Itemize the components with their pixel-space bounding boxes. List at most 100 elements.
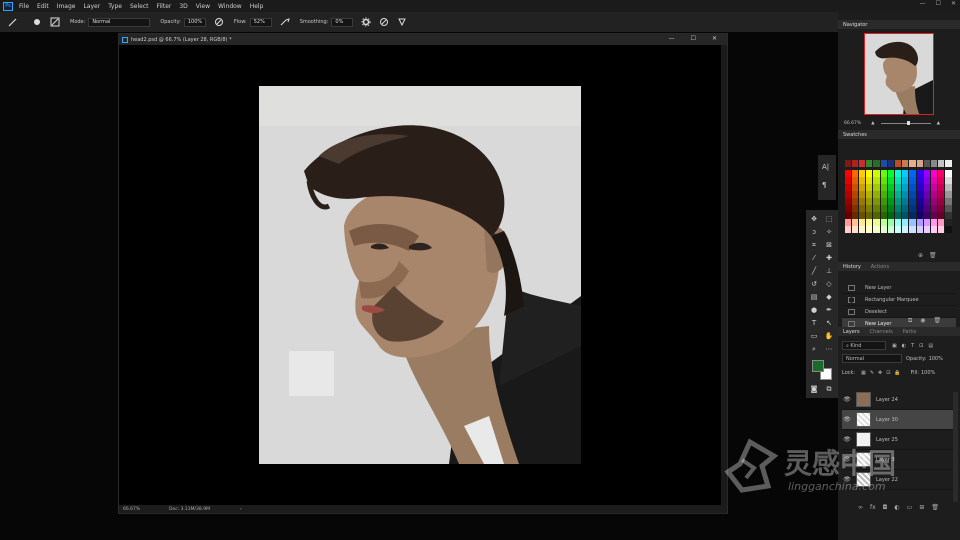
color-swatch[interactable]: [887, 160, 894, 167]
lasso-tool-icon[interactable]: ↄ: [808, 227, 820, 237]
color-swatch[interactable]: [916, 212, 923, 219]
color-swatch[interactable]: [866, 184, 873, 191]
tab-history[interactable]: History: [843, 264, 861, 270]
color-swatch[interactable]: [916, 198, 923, 205]
color-swatch[interactable]: [902, 177, 909, 184]
color-swatch[interactable]: [894, 191, 902, 198]
snapshot-icon[interactable]: ◉: [920, 317, 925, 325]
new-document-from-state-icon[interactable]: ⧉: [908, 317, 912, 325]
color-swatch[interactable]: [873, 191, 880, 198]
color-swatch[interactable]: [938, 191, 945, 198]
history-item[interactable]: Rectangular Marquee: [842, 294, 956, 306]
color-swatch[interactable]: [909, 226, 916, 233]
color-swatch[interactable]: [894, 212, 902, 219]
color-swatch[interactable]: [844, 205, 851, 212]
color-swatch[interactable]: [866, 177, 873, 184]
color-swatch[interactable]: [844, 191, 851, 198]
color-swatch[interactable]: [909, 184, 916, 191]
color-swatch[interactable]: [930, 205, 938, 212]
history-item[interactable]: New Layer: [842, 282, 956, 294]
magic-wand-icon[interactable]: ✧: [823, 227, 835, 237]
symmetry-icon[interactable]: [397, 17, 407, 27]
color-swatch[interactable]: [909, 191, 916, 198]
color-swatch[interactable]: [880, 177, 887, 184]
delete-swatch-icon[interactable]: 🗑: [929, 252, 937, 259]
color-swatch[interactable]: [851, 184, 858, 191]
color-swatch[interactable]: [930, 184, 938, 191]
pressure-size-icon[interactable]: [379, 17, 389, 27]
color-swatch[interactable]: [873, 219, 880, 226]
color-swatch[interactable]: [930, 212, 938, 219]
color-swatch[interactable]: [880, 184, 887, 191]
fill-field[interactable]: 100%: [921, 370, 935, 376]
color-swatch[interactable]: [873, 198, 880, 205]
color-swatch[interactable]: [909, 219, 916, 226]
color-swatch[interactable]: [945, 170, 952, 177]
status-arrow-icon[interactable]: ›: [240, 507, 242, 512]
color-swatch[interactable]: [873, 226, 880, 233]
smoothing-field[interactable]: 0%: [331, 17, 354, 27]
add-mask-icon[interactable]: ◘: [883, 504, 888, 511]
color-swatch[interactable]: [923, 212, 930, 219]
color-swatch[interactable]: [923, 160, 930, 167]
color-swatch[interactable]: [916, 191, 923, 198]
zoom-out-icon[interactable]: ▲: [871, 121, 874, 126]
color-swatch[interactable]: [916, 205, 923, 212]
color-swatch[interactable]: [887, 205, 894, 212]
color-swatch[interactable]: [909, 212, 916, 219]
color-swatch[interactable]: [930, 198, 938, 205]
color-swatch[interactable]: [894, 226, 902, 233]
color-swatch[interactable]: [851, 212, 858, 219]
layer-kind-filter[interactable]: ⌕ Kind: [842, 341, 886, 350]
rectangle-tool-icon[interactable]: ▭: [808, 331, 820, 341]
color-swatch[interactable]: [866, 170, 873, 177]
color-swatch[interactable]: [909, 198, 916, 205]
color-swatch[interactable]: [902, 170, 909, 177]
color-swatch[interactable]: [858, 205, 866, 212]
color-swatch[interactable]: [873, 160, 880, 167]
color-swatch[interactable]: [887, 226, 894, 233]
color-swatch[interactable]: [866, 205, 873, 212]
color-swatch[interactable]: [938, 184, 945, 191]
crop-tool-icon[interactable]: ⌗: [808, 240, 820, 250]
color-swatch[interactable]: [923, 198, 930, 205]
eye-icon[interactable]: 👁: [842, 396, 852, 403]
gear-icon[interactable]: [361, 17, 371, 27]
color-swatch[interactable]: [894, 198, 902, 205]
color-swatch[interactable]: [894, 205, 902, 212]
menu-window[interactable]: Window: [218, 3, 242, 10]
swatches-tab[interactable]: Swatches: [838, 130, 960, 139]
color-swatch[interactable]: [851, 205, 858, 212]
color-swatch[interactable]: [923, 226, 930, 233]
menu-view[interactable]: View: [196, 3, 210, 10]
color-swatch[interactable]: [851, 170, 858, 177]
minimize-button[interactable]: —: [920, 0, 926, 7]
color-swatch[interactable]: [880, 198, 887, 205]
menu-layer[interactable]: Layer: [83, 3, 100, 10]
color-swatch[interactable]: [858, 219, 866, 226]
brush-icon[interactable]: ╱: [808, 266, 820, 276]
link-layers-icon[interactable]: ∞: [858, 504, 863, 511]
color-swatch[interactable]: [945, 205, 952, 212]
color-swatch[interactable]: [858, 160, 866, 167]
color-swatch[interactable]: [894, 184, 902, 191]
color-swatch[interactable]: [916, 170, 923, 177]
color-swatch[interactable]: [945, 177, 952, 184]
color-swatch[interactable]: [851, 198, 858, 205]
color-swatch[interactable]: [887, 191, 894, 198]
menu-help[interactable]: Help: [250, 3, 264, 10]
color-swatch[interactable]: [930, 191, 938, 198]
path-selection-icon[interactable]: ↖: [823, 318, 835, 328]
eye-icon[interactable]: 👁: [842, 416, 852, 423]
pen-tool-icon[interactable]: ✒: [823, 305, 835, 315]
opacity-field[interactable]: 100%: [183, 17, 206, 27]
color-swatch[interactable]: [844, 177, 851, 184]
eyedropper-icon[interactable]: ⁄: [808, 253, 820, 263]
color-swatch[interactable]: [894, 177, 902, 184]
layers-scrollbar[interactable]: [953, 392, 958, 502]
color-swatch[interactable]: [938, 212, 945, 219]
more-tools-icon[interactable]: ⋯: [823, 344, 835, 354]
color-swatch[interactable]: [866, 219, 873, 226]
color-swatch[interactable]: [902, 212, 909, 219]
color-swatch[interactable]: [887, 212, 894, 219]
